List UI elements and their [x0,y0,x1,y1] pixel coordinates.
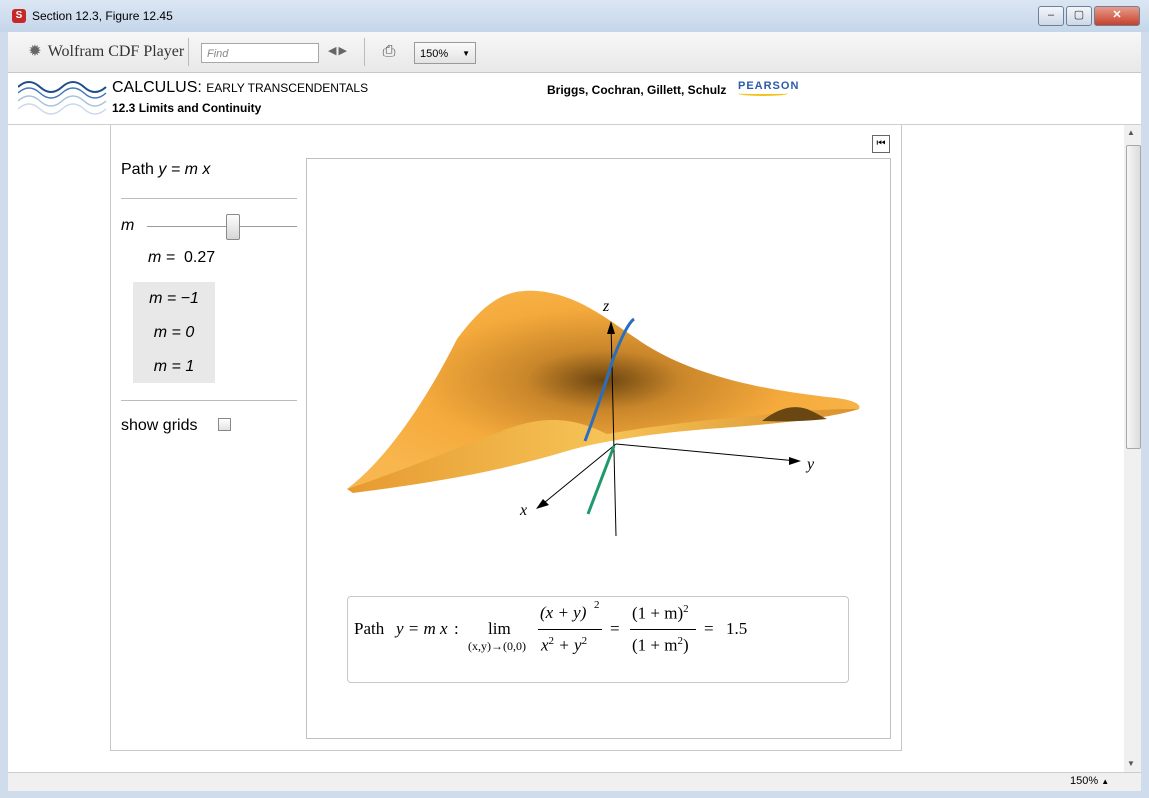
preset-m-minus-1-button[interactable]: m = −1 [133,282,215,315]
chevron-up-icon: ▲ [1101,777,1110,786]
app-icon: S [12,9,26,23]
formula-denominator-2: (1 + m2) [632,635,689,656]
limit-formula: Path y = m x : lim (x,y)→(0,0) (x + y) 2… [347,596,849,683]
scrollbar-thumb[interactable] [1126,145,1141,449]
y-axis [615,443,798,462]
formula-lim-subscript: (x,y)→(0,0) [468,639,526,653]
axis-label-z: z [602,298,610,315]
section-title: 12.3 Limits and Continuity [112,101,262,115]
formula-equals-1: = [610,619,620,638]
m-readout-value: 0.27 [184,249,216,266]
manipulate-panel: Path y = m x m m = 0.27 m = −1 m = 0 m =… [110,125,902,751]
toolbar-divider [188,38,189,66]
m-readout-label: m = [148,249,176,266]
formula-numerator-1: (x + y) [540,603,587,622]
m-slider-track[interactable] [147,226,297,227]
formula-num2-exp: 2 [683,603,689,615]
formula-result: 1.5 [726,619,748,638]
maximize-icon: ▢ [1073,9,1085,21]
formula-numerator-2: (1 + m)2 [632,603,689,624]
toolbar: ✹ Wolfram CDF Player Find ◀▶ ⎙ 150% ▼ [8,32,1141,73]
print-icon[interactable]: ⎙ [379,42,399,62]
title-bar: S Section 12.3, Figure 12.45 ‒ ▢ ✕ [0,0,1149,32]
formula-equals-2: = [704,619,714,638]
surface-plot[interactable]: z y x [307,159,890,579]
app-logo: ✹ Wolfram CDF Player [26,41,184,61]
book-title-main: CALCULUS: [112,79,202,96]
formula-den1-b: + y [554,635,582,655]
find-navigation: ◀▶ [328,44,349,57]
window-title: Section 12.3, Figure 12.45 [32,9,173,23]
chevron-down-icon: ▼ [462,49,470,58]
app-window: S Section 12.3, Figure 12.45 ‒ ▢ ✕ ✹ Wol… [0,0,1149,798]
find-next-icon[interactable]: ▶ [338,45,348,57]
formula-num2-text: (1 + m) [632,603,684,623]
show-grids-checkbox[interactable] [218,418,231,431]
formula-lim: lim [488,619,511,638]
axis-label-x: x [519,502,527,519]
authors: Briggs, Cochran, Gillett, Schulz [547,83,727,97]
close-icon: ✕ [1112,9,1122,21]
minimize-button[interactable]: ‒ [1038,6,1064,26]
scroll-up-icon[interactable]: ▲ [1127,128,1135,137]
axis-label-y: y [805,456,815,473]
book-banner: CALCULUS: EARLY TRANSCENDENTALS 12.3 Lim… [8,73,1141,125]
waves-logo-icon [18,81,107,115]
divider [121,400,297,401]
book-subtitle: EARLY TRANSCENDENTALS [206,81,369,95]
formula-den1-a: x [541,635,549,655]
book-title: CALCULUS: EARLY TRANSCENDENTALS [112,79,368,97]
status-bar: 150% ▲ [8,772,1141,791]
formula-numerator-1-exp: 2 [594,599,600,611]
wolfram-gear-icon: ✹ [28,43,42,60]
y-axis-arrow [789,457,801,465]
app-name: Wolfram CDF Player [47,43,185,60]
find-input[interactable]: Find [201,43,319,63]
status-zoom[interactable]: 150% ▲ [1070,775,1109,787]
plot-frame: z y x Path y = m x : lim (x,y)→(0,0) (x … [306,158,891,739]
zoom-value: 150% [420,48,449,60]
formula-den2-text: (1 + m [632,635,678,655]
slider-label: m [121,217,135,234]
fraction-bar-2 [630,629,696,630]
status-zoom-value: 150% [1070,775,1099,787]
toolbar-divider [364,38,365,66]
collapse-panel-icon[interactable]: ⏮ [872,135,890,153]
client-area: ✹ Wolfram CDF Player Find ◀▶ ⎙ 150% ▼ CAL… [8,32,1141,791]
divider [121,198,297,199]
formula-prefix: Path [354,619,385,638]
publisher-name: PEARSON [738,80,800,92]
find-prev-icon[interactable]: ◀ [328,45,338,57]
formula-denominator-1: x2 + y2 [541,635,587,656]
fraction-bar-1 [538,629,602,630]
publisher-logo: PEARSON [738,80,799,96]
formula-den1-exp-b: 2 [581,635,588,647]
vertical-scrollbar[interactable]: ▲ ▼ [1124,125,1141,772]
close-button[interactable]: ✕ [1094,6,1140,26]
document-viewport: Path y = m x m m = 0.27 m = −1 m = 0 m =… [8,125,1124,772]
show-grids-label: show grids [121,417,198,434]
zoom-select[interactable]: 150% ▼ [414,42,476,64]
m-readout: m = 0.27 [148,249,215,267]
path-expression: y = m x [158,161,211,178]
maximize-button[interactable]: ▢ [1066,6,1092,26]
formula-colon: : [454,619,459,638]
scroll-down-icon[interactable]: ▼ [1127,759,1135,768]
formula-den2-close: ) [682,635,689,655]
preset-m-0-button[interactable]: m = 0 [133,316,215,349]
formula-path: y = m x [396,619,448,638]
path-label: Path [121,161,154,178]
preset-buttons: m = −1 m = 0 m = 1 [133,282,215,383]
m-slider-thumb[interactable] [225,214,240,240]
preset-m-1-button[interactable]: m = 1 [133,350,215,383]
path-heading: Path y = m x [121,161,210,179]
minimize-icon: ‒ [1047,9,1055,21]
